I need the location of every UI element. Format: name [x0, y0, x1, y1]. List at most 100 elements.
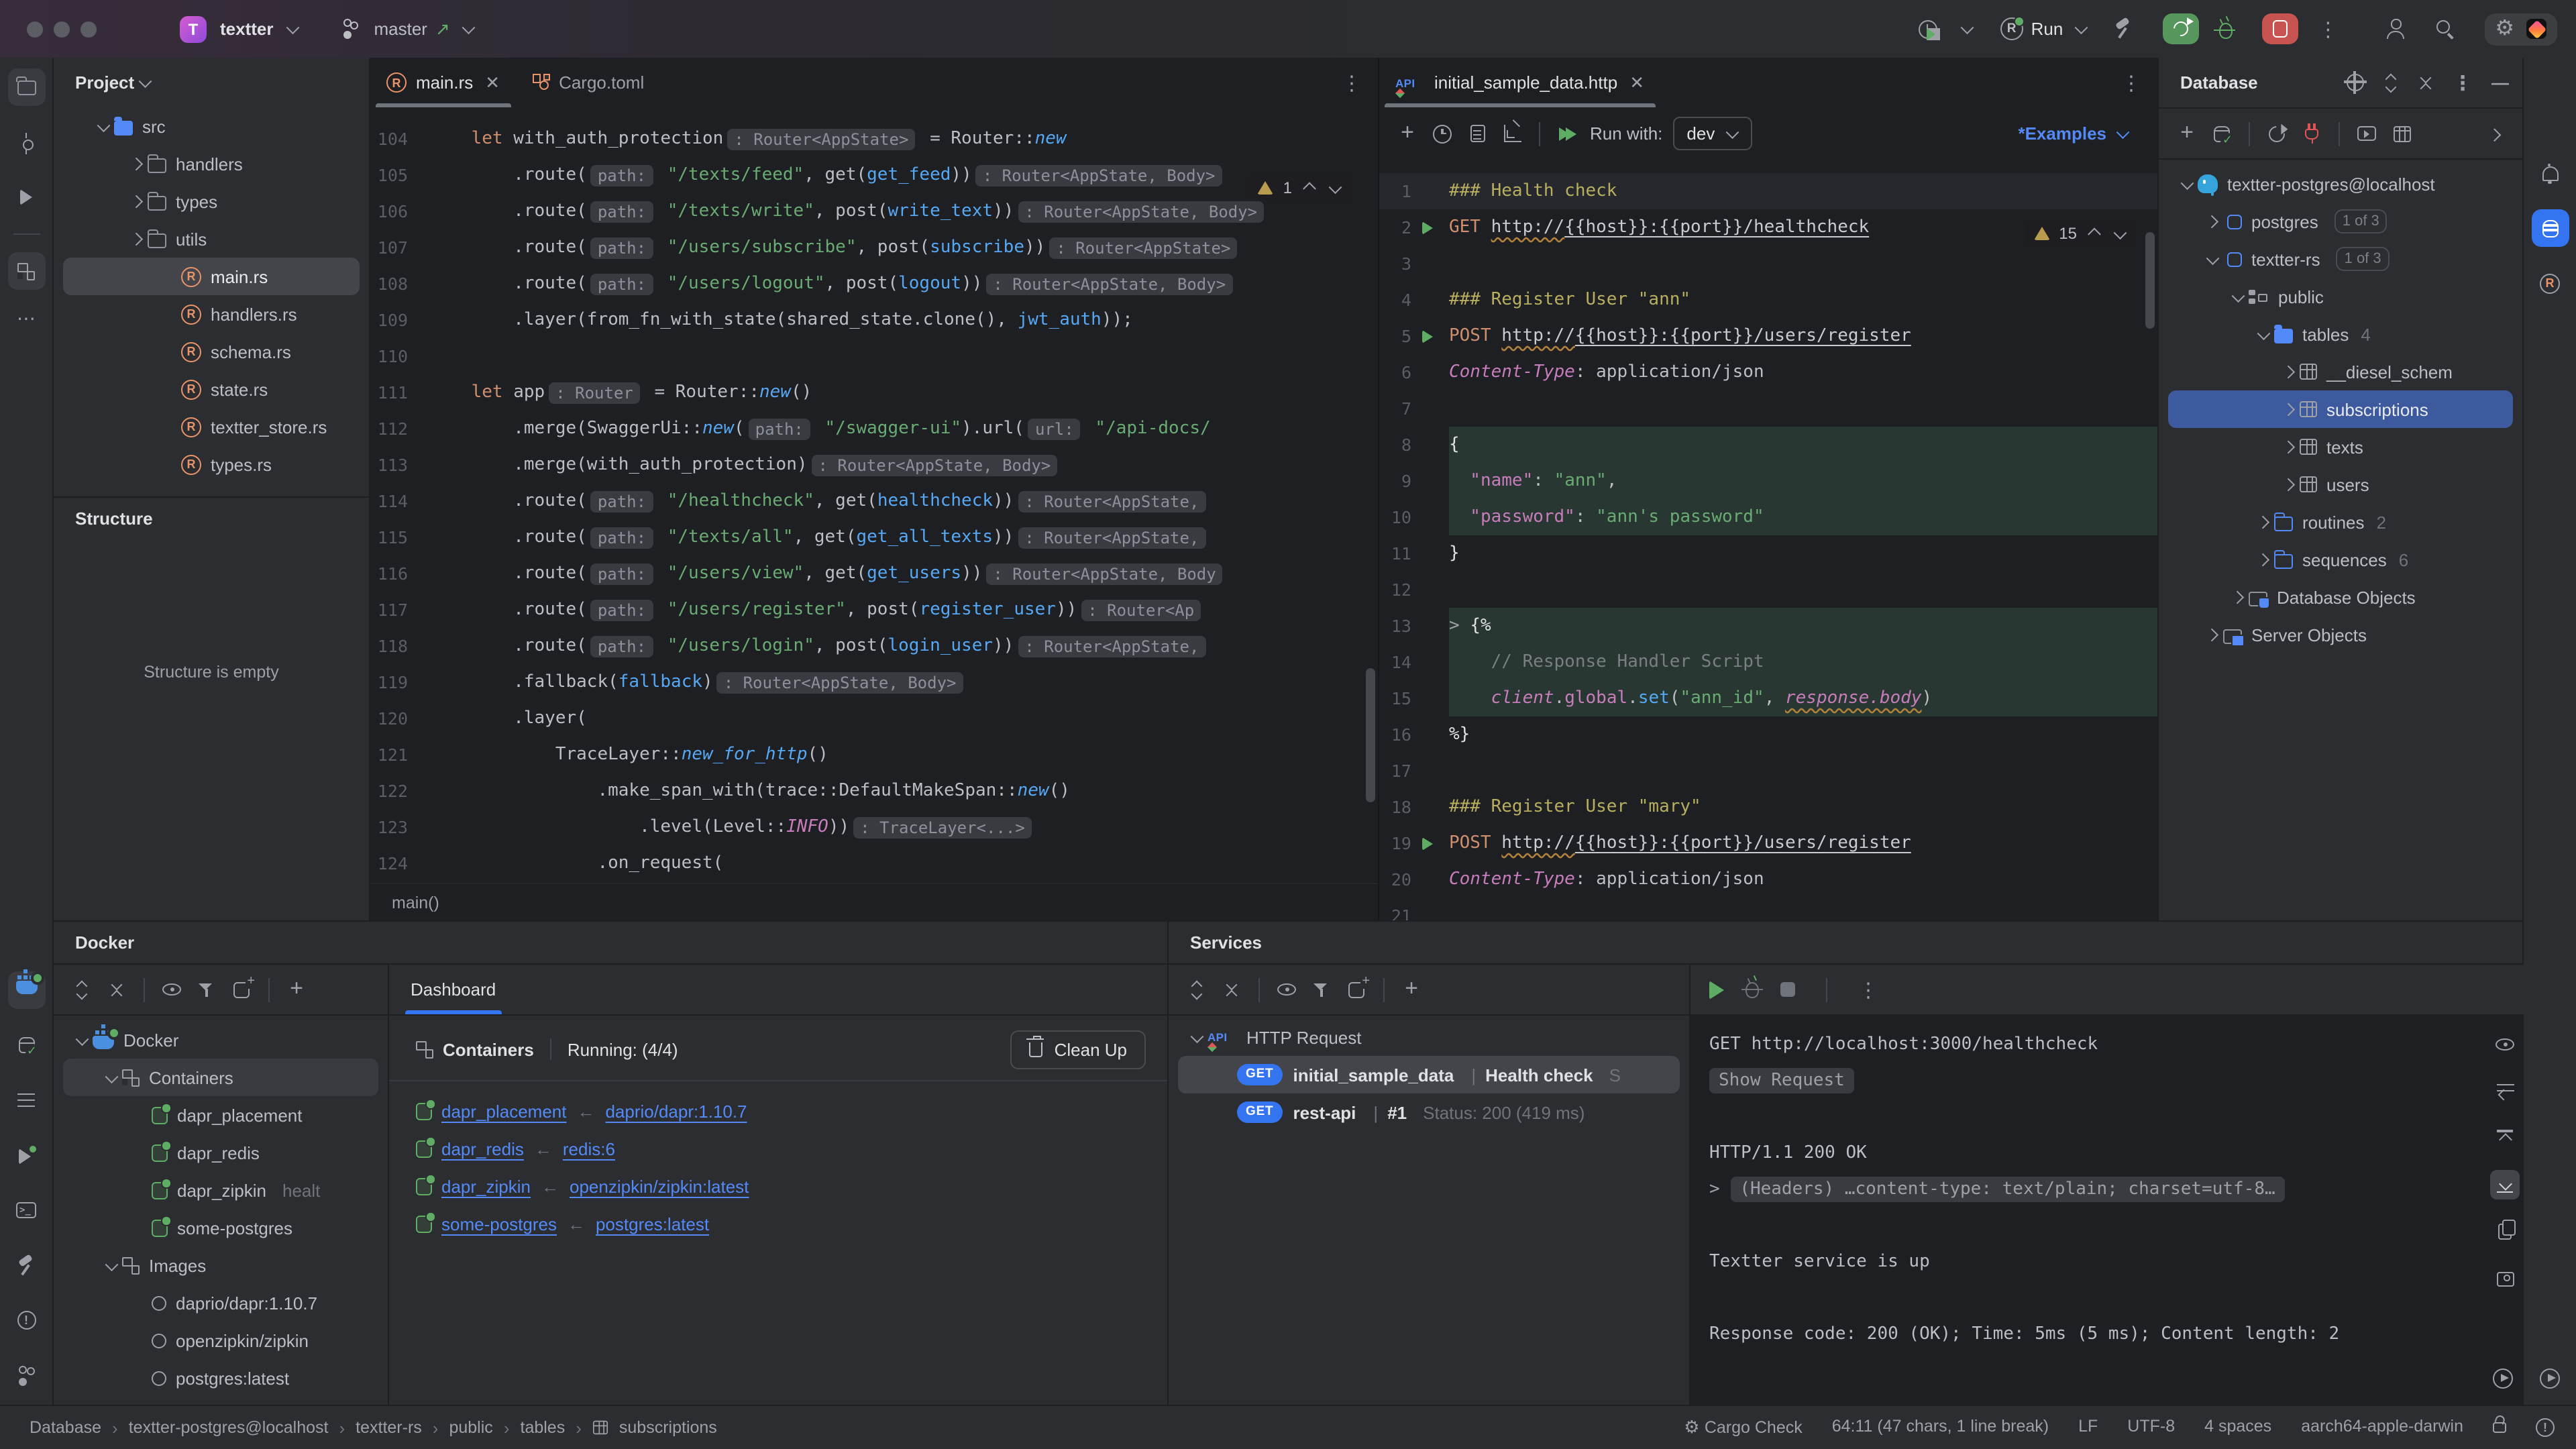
prev-warning-icon[interactable]: [1305, 180, 1314, 196]
status-widget[interactable]: 4 spaces: [2204, 1417, 2271, 1438]
code-with-me-icon[interactable]: [2386, 19, 2406, 39]
code-line[interactable]: 117 .route(path: "/users/register", post…: [370, 592, 1378, 628]
view-options-icon[interactable]: [1269, 972, 1304, 1007]
code-line[interactable]: Textter service is up: [1709, 1244, 2486, 1280]
structure-tool-icon[interactable]: [7, 252, 45, 290]
add-connection-icon[interactable]: +: [279, 972, 314, 1007]
filter-icon[interactable]: [1304, 972, 1339, 1007]
chevron-icon[interactable]: [2202, 256, 2223, 262]
terminal-tool-icon[interactable]: [7, 1191, 45, 1229]
breadcrumb-item[interactable]: tables: [521, 1418, 566, 1437]
container-name-link[interactable]: dapr_zipkin: [441, 1176, 531, 1196]
code-line[interactable]: 108 .route(path: "/users/logout", post(l…: [370, 266, 1378, 302]
tree-row[interactable]: Images: [63, 1246, 378, 1284]
run-tool-icon[interactable]: [7, 1136, 45, 1174]
code-line[interactable]: 118 .route(path: "/users/login", post(lo…: [370, 628, 1378, 664]
view-options-icon[interactable]: [154, 972, 189, 1007]
tree-row[interactable]: tables 4: [2168, 315, 2513, 353]
project-icon[interactable]: T: [180, 15, 207, 42]
tree-row[interactable]: openzipkin/zipkin: [63, 1322, 378, 1359]
tree-row[interactable]: postgres 1 of 3: [2168, 203, 2513, 240]
expand-all-icon[interactable]: [64, 972, 99, 1007]
tree-row[interactable]: handlers: [63, 145, 360, 182]
code-line[interactable]: 8{: [1379, 427, 2157, 463]
tab-http-file[interactable]: initial_sample_data.http ✕: [1379, 58, 1660, 107]
code-line[interactable]: [1709, 1208, 2486, 1244]
prev-warning-icon[interactable]: [2090, 225, 2099, 241]
more-actions-icon[interactable]: ⋮: [2318, 17, 2338, 41]
chevron-icon[interactable]: [101, 1075, 122, 1081]
tree-row[interactable]: GET rest-api | #1 Status: 200 (419 ms): [1178, 1093, 1680, 1131]
tree-row[interactable]: dapr_zipkin healt: [63, 1171, 378, 1209]
code-line[interactable]: 19 POST http://{{host}}:{{port}}/users/re…: [1379, 825, 2157, 861]
expand-all-icon[interactable]: [1179, 972, 1214, 1007]
status-widget[interactable]: aarch64-apple-darwin: [2301, 1417, 2463, 1438]
tree-row[interactable]: postgres:latest: [63, 1359, 378, 1397]
code-line[interactable]: 110: [370, 338, 1378, 374]
table-view-icon[interactable]: [2384, 116, 2419, 151]
preview-image-icon[interactable]: [2490, 1264, 2520, 1293]
locate-icon[interactable]: [2344, 71, 2367, 94]
image-name-link[interactable]: daprio/dapr:1.10.7: [605, 1101, 747, 1121]
examples-doc-icon[interactable]: [1460, 116, 1495, 151]
tree-row[interactable]: handlers.rs: [63, 295, 360, 333]
chevron-icon[interactable]: [2253, 331, 2274, 337]
code-line[interactable]: [1709, 1280, 2486, 1316]
image-name-link[interactable]: openzipkin/zipkin:latest: [570, 1176, 749, 1196]
tree-row[interactable]: textter_store.rs: [63, 408, 360, 445]
tree-row[interactable]: routines 2: [2168, 503, 2513, 541]
chevron-icon[interactable]: [2202, 217, 2223, 226]
run-all-requests-icon[interactable]: [1550, 116, 1585, 151]
breadcrumb-item[interactable]: subscriptions: [592, 1418, 717, 1437]
run-button[interactable]: [2162, 13, 2199, 44]
chevron-icon[interactable]: [2253, 555, 2274, 564]
tree-row[interactable]: textter-postgres@localhost: [2168, 165, 2513, 203]
editor-scrollbar[interactable]: [1366, 668, 1375, 802]
inspection-widget[interactable]: 1: [1249, 176, 1351, 200]
view-options-icon[interactable]: [2490, 1029, 2520, 1059]
code-line[interactable]: 20 Content-Type: application/json: [1379, 861, 2157, 898]
code-line[interactable]: HTTP/1.1 200 OK: [1709, 1135, 2486, 1171]
chevron-icon[interactable]: [2253, 518, 2274, 527]
code-line[interactable]: 9 "name": "ann",: [1379, 463, 2157, 499]
new-container-icon[interactable]: [224, 972, 259, 1007]
chevron-icon[interactable]: [101, 1263, 122, 1269]
http-editor[interactable]: 1 ### Health check 2 GET http://{{host}}:{{…: [1379, 160, 2157, 920]
code-line[interactable]: 12: [1379, 572, 2157, 608]
code-line[interactable]: 115 .route(path: "/texts/all", get(get_a…: [370, 519, 1378, 555]
chevron-icon[interactable]: [2278, 443, 2300, 451]
scroll-to-end-icon[interactable]: [2490, 1170, 2520, 1199]
tab-options-icon[interactable]: ⋮: [1342, 70, 1362, 95]
run-gutter-icon[interactable]: [2493, 1368, 2513, 1393]
tree-row[interactable]: texts: [2168, 428, 2513, 466]
import-icon[interactable]: [1495, 116, 1529, 151]
tree-row[interactable]: Containers: [63, 1059, 378, 1096]
chevron-icon[interactable]: [2202, 631, 2223, 639]
tree-row[interactable]: state.rs: [63, 370, 360, 408]
breadcrumb-item[interactable]: public: [449, 1418, 492, 1437]
scroll-to-top-icon[interactable]: [2490, 1123, 2520, 1152]
chevron-icon[interactable]: [2278, 480, 2300, 489]
profiler-dropdown-icon[interactable]: [1956, 26, 1978, 32]
breadcrumb-item[interactable]: Database: [30, 1418, 101, 1437]
code-line[interactable]: 120 .layer(: [370, 700, 1378, 737]
commit-tool-icon[interactable]: [7, 123, 45, 161]
code-line[interactable]: 21: [1379, 898, 2157, 920]
code-line[interactable]: 122 .make_span_with(trace::DefaultMakeSp…: [370, 773, 1378, 809]
tree-row[interactable]: types.rs: [63, 445, 360, 483]
ai-assistant-icon[interactable]: [2526, 19, 2546, 39]
chevron-icon[interactable]: [2176, 181, 2198, 187]
container-name-link[interactable]: dapr_placement: [441, 1101, 566, 1121]
more-options-icon[interactable]: ⋮: [1858, 977, 1878, 1002]
clean-up-button[interactable]: Clean Up: [1010, 1030, 1146, 1069]
code-line[interactable]: 6 Content-Type: application/json: [1379, 354, 2157, 390]
code-line[interactable]: 17: [1379, 753, 2157, 789]
code-line[interactable]: Response code: 200 (OK); Time: 5ms (5 ms…: [1709, 1316, 2486, 1352]
code-line[interactable]: 121 TraceLayer:: new_for_http(): [370, 737, 1378, 773]
tree-row[interactable]: Server Objects: [2168, 616, 2513, 653]
collapse-all-icon[interactable]: [2418, 73, 2434, 92]
soft-wrap-icon[interactable]: [2490, 1076, 2520, 1106]
tree-row[interactable]: users: [2168, 466, 2513, 503]
code-editor[interactable]: 104 let with_auth_protection: Router<App…: [370, 107, 1378, 883]
run-request-icon[interactable]: [1422, 837, 1433, 850]
